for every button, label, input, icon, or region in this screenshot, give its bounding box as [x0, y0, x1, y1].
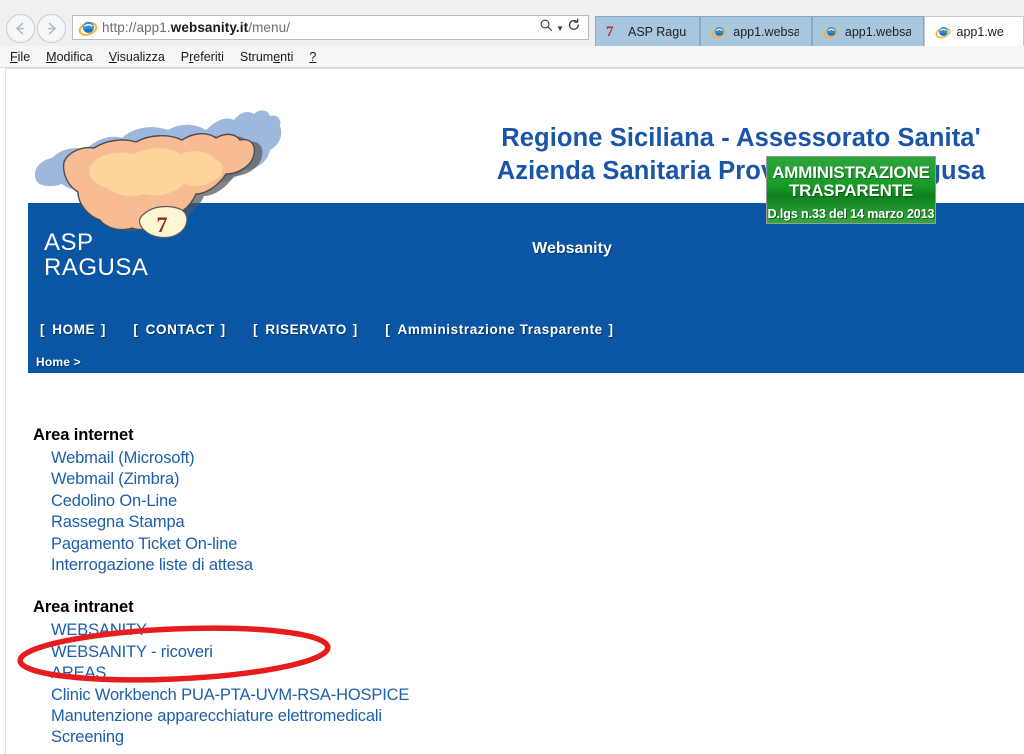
- site-nav: [ HOME ] [ CONTACT ] [ RISERVATO ] [ Amm…: [28, 316, 1024, 342]
- site-header: 7 Regione Siciliana - Assessorato Sanita…: [28, 84, 1024, 380]
- badge-line2: TRASPARENTE: [788, 180, 914, 200]
- browser-tab-asp-ragusa[interactable]: 7 ASP Ragusa: [595, 16, 701, 46]
- tab-label: app1.websanity.it: [733, 24, 799, 39]
- tab-label: app1.we: [956, 24, 1004, 39]
- menu-item-preferiti[interactable]: Preferiti: [181, 50, 235, 64]
- menu-item-file[interactable]: File: [10, 50, 41, 64]
- link-pagamento-ticket-online[interactable]: Pagamento Ticket On-line: [51, 534, 1023, 555]
- page-title-line1: Regione Siciliana - Assessorato Sanita': [501, 124, 981, 152]
- link-webmail-microsoft[interactable]: Webmail (Microsoft): [51, 448, 1023, 469]
- refresh-icon[interactable]: [567, 18, 581, 37]
- link-webmail-zimbra[interactable]: Webmail (Zimbra): [51, 469, 1023, 490]
- browser-window: http://app1.websanity.it/menu/ ▼ 7 ASP R…: [0, 0, 1024, 754]
- link-manutenzione-apparecchiature[interactable]: Manutenzione apparecchiature elettromedi…: [51, 706, 1023, 727]
- page-title-line2: Azienda Sanitaria Provinciale di Ragusa: [496, 157, 986, 185]
- page-top-divider: [5, 68, 1024, 69]
- page-viewport: 7 Regione Siciliana - Assessorato Sanita…: [0, 68, 1024, 754]
- asp-wordmark-line2: RAGUSA: [44, 254, 149, 281]
- tab-label: ASP Ragusa: [628, 24, 687, 39]
- browser-tab-websanity-2[interactable]: app1.websanity.it: [811, 16, 924, 46]
- ie-icon: [823, 24, 839, 40]
- menu-bar: File Modifica Visualizza Preferiti Strum…: [0, 46, 1024, 68]
- browser-tab-websanity-3-active[interactable]: app1.we: [923, 16, 1024, 46]
- sev-7-icon: 7: [606, 23, 614, 40]
- banner-title: Websanity: [532, 240, 612, 257]
- badge-line3: D.lgs n.33 del 14 marzo 2013: [767, 207, 935, 221]
- chevron-down-icon[interactable]: ▼: [556, 24, 564, 33]
- nav-item-amministrazione-trasparente[interactable]: [ Amministrazione Trasparente ]: [385, 322, 615, 337]
- menu-item-visualizza[interactable]: Visualizza: [109, 50, 176, 64]
- nav-item-contact[interactable]: [ CONTACT ]: [133, 322, 227, 337]
- menu-item-modifica[interactable]: Modifica: [46, 50, 104, 64]
- browser-tab-websanity-1[interactable]: app1.websanity.it: [700, 16, 812, 46]
- forward-button[interactable]: [37, 14, 66, 43]
- nav-item-riservato[interactable]: [ RISERVATO ]: [253, 322, 359, 337]
- link-interrogazione-liste-attesa[interactable]: Interrogazione liste di attesa: [51, 555, 1023, 576]
- browser-toolbar: http://app1.websanity.it/menu/ ▼ 7 ASP R…: [0, 0, 1024, 46]
- badge-line1: AMMINISTRAZIONE: [772, 163, 930, 182]
- search-icon[interactable]: [539, 18, 553, 37]
- address-bar-tools: ▼: [539, 18, 588, 37]
- breadcrumb-text[interactable]: Home >: [36, 355, 81, 369]
- section-title-area-internet: Area internet: [33, 426, 134, 444]
- link-clinic-workbench[interactable]: Clinic Workbench PUA-PTA-UVM-RSA-HOSPICE: [51, 685, 1023, 706]
- nav-item-home[interactable]: [ HOME ]: [40, 322, 107, 337]
- tab-strip: 7 ASP Ragusa app1.websanity.it: [595, 0, 1024, 46]
- link-websanity[interactable]: WEBSANITY: [51, 620, 1023, 641]
- tab-label: app1.websanity.it: [844, 24, 911, 39]
- ie-icon: [935, 24, 951, 40]
- navigation-buttons: [0, 0, 70, 43]
- link-websanity-ricoveri[interactable]: WEBSANITY - ricoveri: [51, 642, 1023, 663]
- amministrazione-trasparente-badge[interactable]: AMMINISTRAZIONE TRASPARENTE D.lgs n.33 d…: [766, 156, 936, 224]
- section-title-area-intranet: Area intranet: [33, 598, 134, 617]
- ie-icon: [711, 24, 727, 40]
- link-rassegna-stampa[interactable]: Rassegna Stampa: [51, 512, 1023, 533]
- page-title: Regione Siciliana - Assessorato Sanita' …: [458, 122, 1024, 188]
- back-arrow-icon: [16, 22, 25, 35]
- forward-arrow-icon: [47, 22, 56, 35]
- menu-item-strumenti[interactable]: Strumenti: [240, 50, 305, 64]
- breadcrumb: Home >: [28, 350, 1024, 373]
- menu-item-help[interactable]: ?: [309, 50, 327, 64]
- page-left-border: [5, 68, 6, 754]
- site-content: 7 Regione Siciliana - Assessorato Sanita…: [28, 84, 1024, 380]
- link-areas[interactable]: AREAS: [51, 663, 1023, 684]
- address-bar[interactable]: http://app1.websanity.it/menu/ ▼: [72, 15, 589, 40]
- link-screening[interactable]: Screening: [51, 727, 1023, 748]
- link-directory: Area internet Webmail (Microsoft) Webmai…: [33, 426, 1023, 749]
- link-cedolino-online[interactable]: Cedolino On-Line: [51, 491, 1023, 512]
- ie-logo-icon: [78, 18, 98, 38]
- back-button[interactable]: [6, 14, 35, 43]
- url-text: http://app1.websanity.it/menu/: [102, 20, 291, 35]
